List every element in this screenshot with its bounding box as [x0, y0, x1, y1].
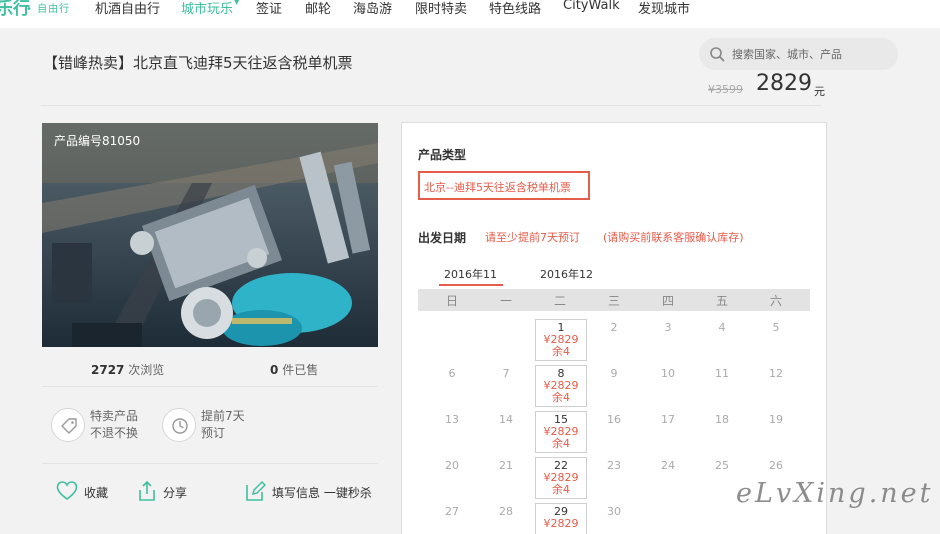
calendar-day: 24	[661, 459, 675, 472]
nav-item-citywalk[interactable]: CityWalk	[563, 0, 620, 13]
dubai-aerial-image	[42, 123, 378, 347]
features-divider	[42, 463, 378, 464]
calendar-day: 23	[607, 459, 621, 472]
share-icon	[139, 480, 155, 501]
calendar-day: 7	[502, 367, 510, 380]
calendar-day: 21	[499, 459, 513, 472]
departure-date-label: 出发日期	[418, 231, 467, 245]
calendar-day: 28	[499, 505, 513, 518]
watermark: eLvXing.net	[736, 478, 934, 509]
calendar-day: 16	[607, 413, 621, 426]
product-type-option[interactable]: 北京--迪拜5天往返含税单机票	[418, 171, 590, 200]
tag-icon	[61, 418, 77, 434]
nav-item-flash-sale[interactable]: 限时特卖	[415, 0, 467, 17]
weekday-sun: 日	[445, 294, 458, 308]
product-photo	[42, 123, 378, 347]
calendar-day: 27	[445, 505, 459, 518]
calendar-day-available[interactable]: 8 ¥2829 余4	[535, 365, 587, 407]
calendar-day: 19	[769, 413, 783, 426]
product-type-label: 产品类型	[418, 148, 467, 162]
calendar-day: 10	[661, 367, 675, 380]
product-code: 产品编号81050	[54, 134, 141, 148]
calendar-day: 18	[715, 413, 729, 426]
search-icon	[710, 47, 725, 62]
nav-item-routes[interactable]: 特色线路	[489, 0, 541, 17]
original-price: ¥3599	[708, 83, 743, 96]
calendar-day-available[interactable]: 22 ¥2829 余4	[535, 457, 587, 499]
calendar-day: 13	[445, 413, 459, 426]
title-divider	[41, 105, 821, 106]
search-box[interactable]	[699, 38, 898, 70]
calendar-day: 2	[610, 321, 618, 334]
nav-item-flight-hotel[interactable]: 机酒自由行	[95, 0, 160, 17]
calendar-day: 25	[715, 459, 729, 472]
calendar-day: 14	[499, 413, 513, 426]
nav-item-visa[interactable]: 签证	[256, 0, 282, 17]
feature-icon-wrap	[51, 408, 85, 442]
page-title: 【错峰热卖】北京直飞迪拜5天往返含税单机票	[43, 54, 353, 72]
weekday-fri: 五	[715, 294, 728, 308]
weekday-wed: 三	[607, 294, 620, 308]
calendar-day: 11	[715, 367, 729, 380]
clock-icon	[172, 418, 188, 434]
heart-icon	[56, 481, 78, 500]
stats-divider	[42, 386, 378, 387]
weekday-mon: 一	[499, 294, 512, 308]
active-month-indicator	[439, 284, 503, 286]
calendar-day: 17	[661, 413, 675, 426]
calendar-day-available[interactable]: 1 ¥2829 余4	[535, 319, 587, 361]
calendar-day: 5	[772, 321, 780, 334]
calendar-day: 20	[445, 459, 459, 472]
brand-logo-sub: • 自由行	[26, 4, 71, 15]
top-nav: 乐行 • 自由行 机酒自由行 城市玩乐▼ 签证 邮轮 海岛游 限时特卖 特色线路…	[0, 0, 940, 28]
price-unit: 元	[814, 85, 825, 98]
calendar-day: 3	[664, 321, 672, 334]
view-count: 2727 次浏览	[91, 363, 165, 377]
calendar-day-available[interactable]: 15 ¥2829 余4	[535, 411, 587, 453]
calendar-day: 12	[769, 367, 783, 380]
advance-note: 请至少提前7天预订	[485, 231, 580, 244]
search-input[interactable]	[732, 45, 887, 63]
edit-icon	[246, 480, 266, 501]
stock-note: (请购买前联系客服确认库存)	[603, 231, 744, 244]
weekday-sat: 六	[769, 294, 782, 308]
calendar-day-available[interactable]: 29 ¥2829	[535, 503, 587, 534]
feature-advance-booking: 提前7天 预订	[201, 409, 245, 440]
feature-special-sale: 特卖产品 不退不换	[90, 409, 139, 440]
month-tab-dec[interactable]: 2016年12	[540, 266, 593, 282]
calendar-day: 4	[718, 321, 726, 334]
calendar-day: 30	[607, 505, 621, 518]
feature-icon-wrap	[162, 408, 196, 442]
fill-info-button[interactable]: 填写信息 一键秒杀	[244, 480, 374, 504]
weekday-tue: 二	[553, 294, 566, 308]
nav-item-city-fun[interactable]: 城市玩乐▼	[181, 0, 239, 17]
sale-price: 2829	[756, 71, 812, 96]
nav-item-cruise[interactable]: 邮轮	[305, 0, 331, 17]
favorite-button[interactable]: 收藏	[56, 480, 116, 504]
weekday-thu: 四	[661, 294, 674, 308]
sold-count: 0 件已售	[270, 363, 319, 377]
month-tab-nov[interactable]: 2016年11	[444, 266, 497, 282]
calendar-day: 26	[769, 459, 783, 472]
chevron-down-icon: ▼	[234, 0, 240, 6]
nav-item-discover[interactable]: 发现城市	[638, 0, 690, 17]
calendar-day: 6	[448, 367, 456, 380]
nav-item-island[interactable]: 海岛游	[353, 0, 392, 17]
calendar-day: 9	[610, 367, 618, 380]
share-button[interactable]: 分享	[136, 480, 196, 504]
